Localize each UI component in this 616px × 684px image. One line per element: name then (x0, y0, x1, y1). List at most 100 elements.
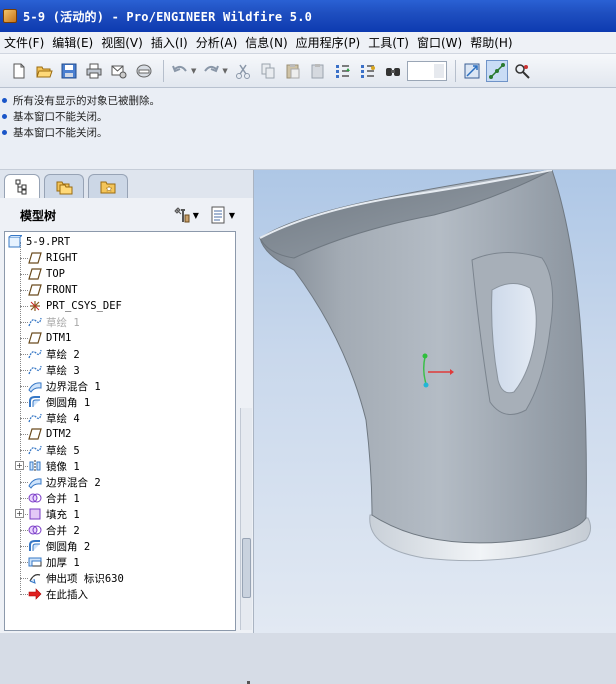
find-icon[interactable] (382, 60, 404, 82)
tree-item[interactable]: 合并 2 (27, 522, 80, 538)
model-tree-title: 模型树 (20, 208, 57, 223)
tree-item[interactable]: 合并 1 (27, 490, 80, 506)
merge-icon (27, 491, 43, 505)
tree-connector-line (20, 482, 28, 483)
tree-item[interactable]: FRONT (27, 282, 78, 298)
tree-item[interactable]: 草绘 3 (27, 362, 80, 378)
tree-item-label: DTM2 (46, 428, 72, 440)
tree-show-button[interactable]: ▼ (209, 206, 235, 224)
tree-connector-line (20, 434, 28, 435)
tree-expand-toggle[interactable]: + (15, 461, 24, 470)
regenerate-manager-icon[interactable] (357, 60, 379, 82)
message-text: 基本窗口不能关闭。 (13, 110, 108, 123)
tree-root-part[interactable]: 5-9.PRT (7, 234, 70, 250)
undo-icon[interactable] (169, 60, 191, 82)
send-mail-icon[interactable] (108, 60, 130, 82)
proe-app-icon[interactable] (3, 9, 17, 23)
redo-icon[interactable] (200, 60, 222, 82)
tree-item[interactable]: 镜像 1 (27, 458, 80, 474)
model-tree-icon (15, 179, 27, 195)
menu-info[interactable]: 信息(N) (243, 33, 293, 53)
model-tree-panel: 模型树 ▼ ▼ 5-9.PRT RIGHT TOP FRONT PRT_CSYS_DEF… (0, 198, 254, 684)
open-icon[interactable] (33, 60, 55, 82)
tree-item[interactable]: 在此插入 (27, 586, 88, 602)
tree-item[interactable]: 倒圆角 1 (27, 394, 90, 410)
save-icon[interactable] (58, 60, 80, 82)
tree-connector-line (20, 498, 28, 499)
round-icon (27, 395, 43, 409)
message-line: 基本窗口不能关闭。 (0, 124, 616, 140)
graphics-viewport[interactable] (254, 170, 616, 633)
tree-item[interactable]: 边界混合 2 (27, 474, 101, 490)
spin-center-icon[interactable] (511, 60, 533, 82)
triad-cyan-point (423, 382, 429, 388)
toolbar-separator (454, 59, 456, 82)
menu-view[interactable]: 视图(V) (99, 33, 149, 53)
tree-connector-line (20, 258, 28, 259)
tree-item[interactable]: 边界混合 1 (27, 378, 101, 394)
navigator-tabs (0, 170, 254, 199)
tree-item[interactable]: 伸出项 标识630 (27, 570, 124, 586)
tree-item[interactable]: DTM1 (27, 330, 71, 346)
new-icon[interactable] (8, 60, 30, 82)
tree-item[interactable]: 草绘 5 (27, 442, 80, 458)
tree-connector-line (20, 322, 28, 323)
info-bullet-icon (2, 113, 7, 119)
folder-browser-tab[interactable] (44, 174, 84, 198)
tree-item[interactable]: 倒圆角 2 (27, 538, 90, 554)
tree-settings-button[interactable]: ▼ (173, 206, 199, 224)
datum-plane-icon (27, 267, 43, 281)
menu-insert[interactable]: 插入(I) (149, 33, 194, 53)
menu-file[interactable]: 文件(F) (2, 33, 50, 53)
datum-points-icon[interactable] (485, 59, 508, 82)
refit-icon[interactable] (461, 60, 483, 82)
tree-scrollbar[interactable] (240, 408, 252, 630)
tree-item[interactable]: TOP (27, 266, 65, 282)
tree-connector-line (20, 274, 28, 275)
menu-analysis[interactable]: 分析(A) (194, 33, 244, 53)
menu-bar: 文件(F) 编辑(E) 视图(V) 插入(I) 分析(A) 信息(N) 应用程序… (0, 32, 616, 54)
model-tree-tab[interactable] (4, 174, 40, 199)
sketch-icon (27, 315, 43, 329)
tree-item[interactable]: 草绘 1 (27, 314, 80, 330)
tree-item-label: 草绘 3 (46, 364, 80, 377)
triad-green-point (422, 353, 428, 359)
tree-connector-line (20, 402, 28, 403)
menu-edit[interactable]: 编辑(E) (50, 33, 99, 53)
tree-item-label: FRONT (46, 284, 78, 296)
tree-item[interactable]: DTM2 (27, 426, 71, 442)
tree-item-label: 合并 1 (46, 492, 80, 505)
undo-dropdown-icon[interactable]: ▼ (191, 67, 196, 75)
tree-item[interactable]: PRT_CSYS_DEF (27, 298, 122, 314)
sketch-icon (27, 443, 43, 457)
tree-connector-line (20, 418, 28, 419)
paste-special-icon[interactable] (307, 60, 329, 82)
selection-filter-combo[interactable] (406, 60, 447, 81)
menu-help[interactable]: 帮助(H) (468, 33, 518, 53)
cut-icon[interactable] (232, 60, 254, 82)
boundary-blend-icon (27, 379, 43, 393)
favorites-tab[interactable] (88, 174, 128, 198)
scrollbar-thumb[interactable] (242, 538, 251, 598)
menu-tools[interactable]: 工具(T) (366, 33, 415, 53)
tree-item[interactable]: RIGHT (27, 250, 78, 266)
redo-dropdown-icon[interactable]: ▼ (222, 67, 227, 75)
kettle-model-3d[interactable] (254, 170, 616, 633)
print-icon[interactable] (83, 60, 105, 82)
close-window-icon[interactable] (133, 60, 155, 82)
tree-expand-toggle[interactable]: + (15, 509, 24, 518)
menu-window[interactable]: 窗口(W) (415, 33, 468, 53)
tree-item[interactable]: 草绘 4 (27, 410, 80, 426)
copy-icon[interactable] (257, 60, 279, 82)
tree-item[interactable]: 填充 1 (27, 506, 80, 522)
regenerate-icon[interactable] (332, 60, 354, 82)
tree-item-label: 在此插入 (46, 588, 88, 601)
menu-applications[interactable]: 应用程序(P) (294, 33, 367, 53)
tree-item[interactable]: 草绘 2 (27, 346, 80, 362)
paste-icon[interactable] (282, 60, 304, 82)
part-icon (7, 235, 23, 249)
protrusion-icon (27, 571, 43, 585)
tree-item[interactable]: 加厚 1 (27, 554, 80, 570)
boundary-blend-icon (27, 475, 43, 489)
tree-item-label: 5-9.PRT (26, 236, 71, 248)
